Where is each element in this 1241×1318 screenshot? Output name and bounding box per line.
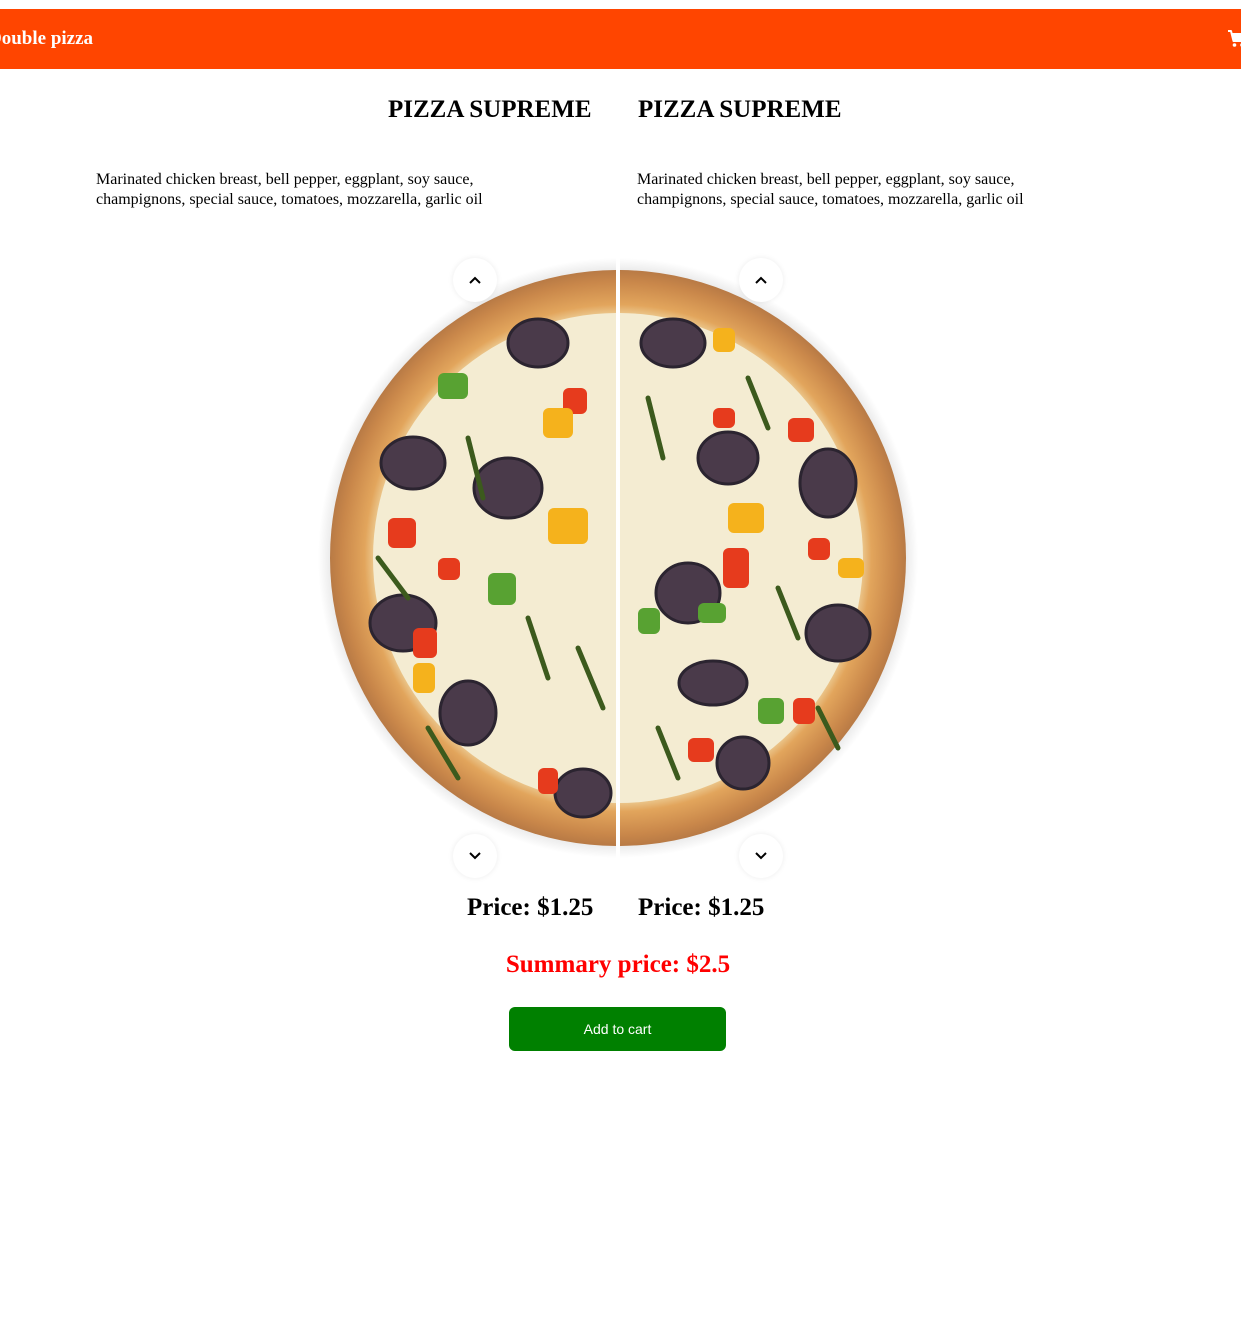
- right-pizza-description: Marinated chicken breast, bell pepper, e…: [637, 171, 1024, 208]
- right-pizza-image: [620, 258, 918, 858]
- chevron-down-icon: [755, 852, 767, 860]
- right-pizza-prev-button[interactable]: [739, 258, 783, 302]
- chevron-up-icon: [755, 276, 767, 284]
- pizza-divider: [616, 258, 620, 878]
- left-pizza-title: PIZZA SUPREME: [388, 96, 592, 123]
- left-pizza-description: Marinated chicken breast, bell pepper, e…: [96, 171, 483, 208]
- right-pizza-next-button[interactable]: [739, 834, 783, 878]
- left-pizza-prev-button[interactable]: [453, 258, 497, 302]
- shopping-cart-icon[interactable]: [1227, 29, 1241, 49]
- brand-title[interactable]: Double pizza: [0, 28, 93, 50]
- chevron-up-icon: [469, 276, 481, 284]
- pizza-halves: [318, 258, 918, 878]
- app-header: Double pizza: [0, 9, 1241, 69]
- summary-price: Summary price: $2.5: [505, 951, 731, 978]
- add-to-cart-button[interactable]: Add to cart: [509, 1007, 726, 1051]
- chevron-down-icon: [469, 852, 481, 860]
- left-pizza-image: [318, 258, 616, 858]
- right-pizza-title: PIZZA SUPREME: [638, 96, 842, 123]
- left-pizza-next-button[interactable]: [453, 834, 497, 878]
- right-pizza-price: Price: $1.25: [638, 894, 765, 921]
- left-pizza-price: Price: $1.25: [467, 894, 594, 921]
